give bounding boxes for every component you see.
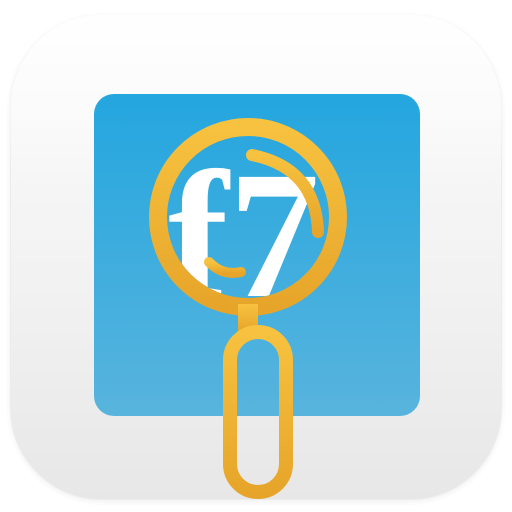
- magnifier-icon: f7: [94, 94, 420, 499]
- app-icon[interactable]: f7: [0, 0, 512, 512]
